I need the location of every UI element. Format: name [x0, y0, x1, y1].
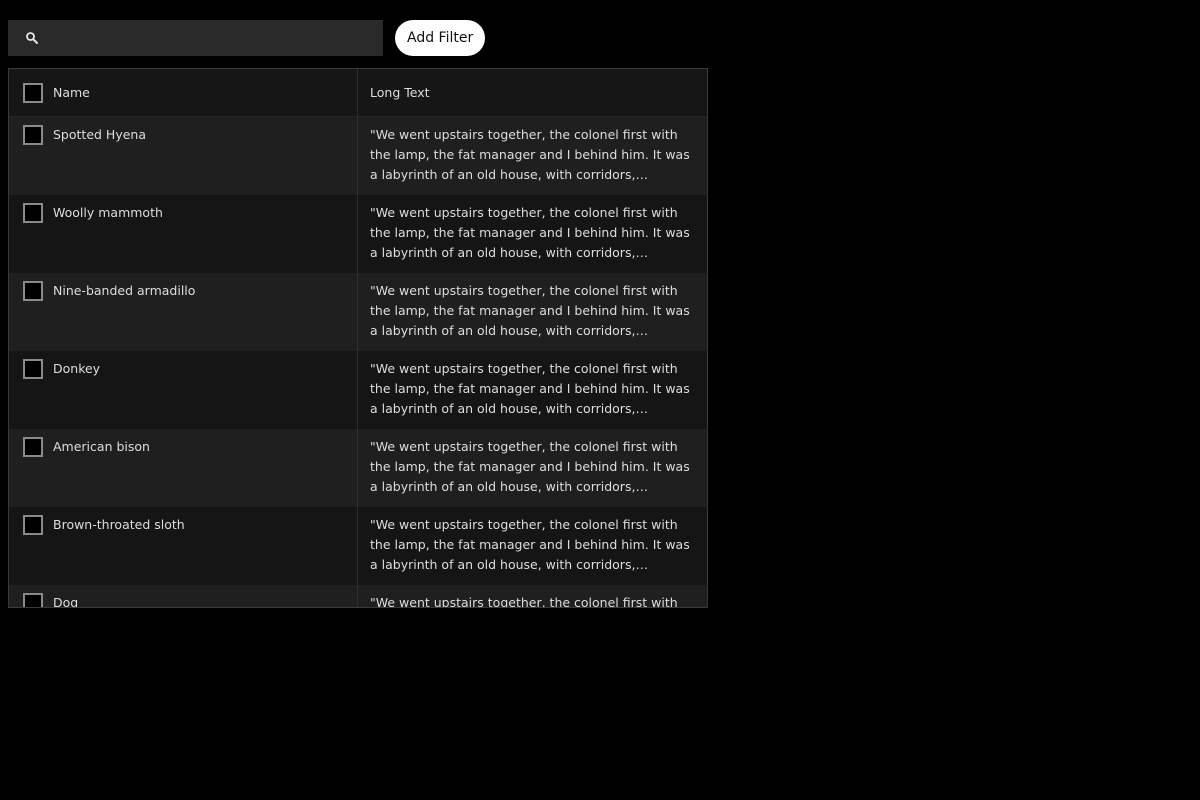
long-text-cell: "We went upstairs together, the colonel …	[358, 273, 707, 351]
row-checkbox[interactable]	[23, 359, 43, 379]
row-name: Donkey	[53, 361, 101, 376]
row-long-text: "We went upstairs together, the colonel …	[370, 595, 678, 608]
row-long-text: "We went upstairs together, the colonel …	[370, 439, 690, 494]
long-text-cell: "We went upstairs together, the colonel …	[358, 195, 707, 273]
name-cell: American bison	[9, 429, 358, 507]
row-long-text: "We went upstairs together, the colonel …	[370, 517, 690, 572]
table-row[interactable]: American bison "We went upstairs together…	[9, 429, 707, 507]
toolbar: Add Filter	[8, 20, 486, 56]
row-long-text: "We went upstairs together, the colonel …	[370, 127, 690, 182]
row-checkbox[interactable]	[23, 515, 43, 535]
long-text-cell: "We went upstairs together, the colonel …	[358, 429, 707, 507]
long-text-cell: "We went upstairs together, the colonel …	[358, 585, 707, 608]
table-row[interactable]: Dog "We went upstairs together, the colon…	[9, 585, 707, 608]
header-text-cell: Long Text	[358, 69, 707, 116]
row-checkbox[interactable]	[23, 437, 43, 457]
name-cell: Nine-banded armadillo	[9, 273, 358, 351]
row-checkbox[interactable]	[23, 203, 43, 223]
row-checkbox[interactable]	[23, 593, 43, 607]
name-cell: Brown-throated sloth	[9, 507, 358, 585]
table-row[interactable]: Spotted Hyena "We went upstairs together,…	[9, 117, 707, 195]
grid-body: Spotted Hyena "We went upstairs together,…	[9, 117, 707, 608]
row-name: Brown-throated sloth	[53, 517, 185, 532]
select-all-checkbox[interactable]	[23, 82, 43, 103]
row-name: American bison	[53, 439, 150, 454]
row-name: Nine-banded armadillo	[53, 283, 196, 298]
long-text-cell: "We went upstairs together, the colonel …	[358, 351, 707, 429]
table-row[interactable]: Donkey "We went upstairs together, the co…	[9, 351, 707, 429]
column-header-long-text[interactable]: Long Text	[370, 83, 430, 103]
row-long-text: "We went upstairs together, the colonel …	[370, 283, 690, 338]
search-box[interactable]	[8, 20, 383, 56]
row-long-text: "We went upstairs together, the colonel …	[370, 361, 690, 416]
add-filter-button[interactable]: Add Filter	[395, 20, 486, 56]
name-cell: Dog	[9, 585, 358, 608]
row-checkbox[interactable]	[23, 281, 43, 301]
row-long-text: "We went upstairs together, the colonel …	[370, 205, 690, 260]
long-text-cell: "We went upstairs together, the colonel …	[358, 117, 707, 195]
name-cell: Donkey	[9, 351, 358, 429]
name-cell: Woolly mammoth	[9, 195, 358, 273]
row-name: Spotted Hyena	[53, 127, 146, 142]
header-name-cell: Name	[9, 69, 358, 116]
table-row[interactable]: Brown-throated sloth "We went upstairs to…	[9, 507, 707, 585]
search-input[interactable]	[48, 20, 378, 56]
row-checkbox[interactable]	[23, 125, 43, 145]
table-row[interactable]: Woolly mammoth "We went upstairs together…	[9, 195, 707, 273]
search-icon	[26, 32, 38, 44]
column-header-name[interactable]: Name	[53, 83, 90, 103]
long-text-cell: "We went upstairs together, the colonel …	[358, 507, 707, 585]
row-name: Woolly mammoth	[53, 205, 163, 220]
row-name: Dog	[53, 595, 79, 608]
name-cell: Spotted Hyena	[9, 117, 358, 195]
header-row: Name Long Text	[9, 69, 707, 117]
table-row[interactable]: Nine-banded armadillo "We went upstairs t…	[9, 273, 707, 351]
data-grid: Name Long Text Spotted Hyena "We went ups…	[8, 68, 708, 608]
